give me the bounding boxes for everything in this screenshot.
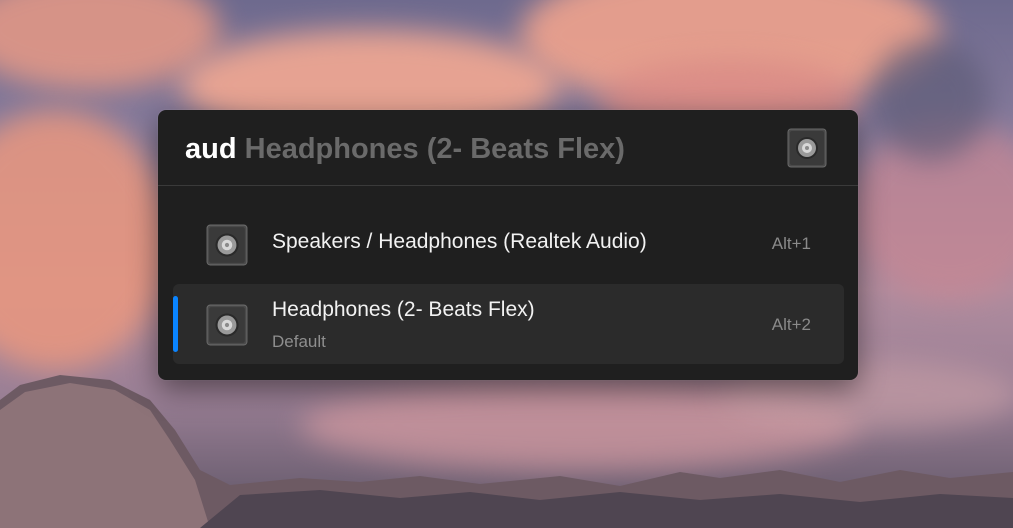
search-bar[interactable]: aud Headphones (2- Beats Flex) bbox=[158, 110, 858, 186]
speaker-icon bbox=[206, 224, 248, 266]
results-list: Speakers / Headphones (Realtek Audio) Al… bbox=[173, 204, 844, 364]
result-title: Speakers / Headphones (Realtek Audio) bbox=[272, 230, 647, 253]
search-query-text: aud bbox=[185, 133, 237, 165]
result-shortcut: Alt+2 bbox=[771, 315, 811, 334]
result-item-beats-flex[interactable]: Headphones (2- Beats Flex) Default Alt+2 bbox=[173, 284, 844, 364]
selection-indicator bbox=[173, 296, 178, 352]
result-subtitle: Default bbox=[272, 332, 326, 351]
result-shortcut: Alt+1 bbox=[771, 234, 811, 253]
result-item-realtek[interactable]: Speakers / Headphones (Realtek Audio) Al… bbox=[173, 204, 844, 284]
search-input[interactable]: aud Headphones (2- Beats Flex) bbox=[185, 130, 625, 168]
launcher-window: aud Headphones (2- Beats Flex) Speakers … bbox=[158, 110, 858, 380]
speaker-icon bbox=[787, 128, 827, 168]
speaker-icon bbox=[206, 304, 248, 346]
result-title: Headphones (2- Beats Flex) bbox=[272, 298, 535, 321]
search-autocomplete-suggestion: Headphones (2- Beats Flex) bbox=[244, 133, 625, 165]
